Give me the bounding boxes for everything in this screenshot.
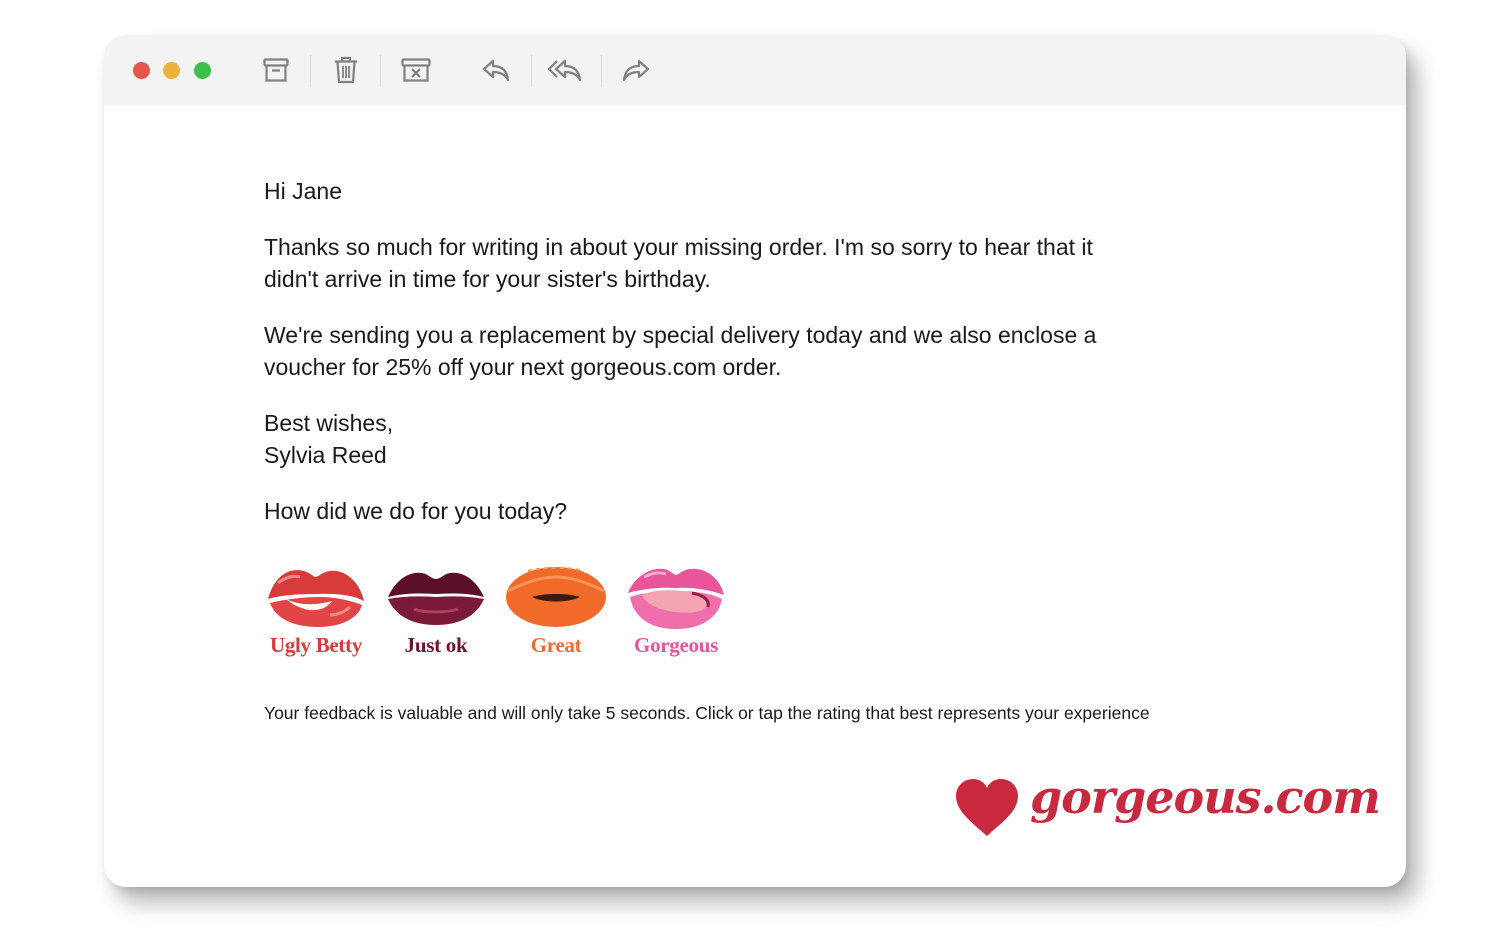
delete-button[interactable] (328, 53, 364, 87)
rating-question: How did we do for you today? (264, 498, 568, 524)
email-body: Hi Jane Thanks so much for writing in ab… (264, 175, 1244, 551)
body-paragraph: We're sending you a replacement by speci… (264, 319, 1244, 383)
rating-just-ok[interactable]: Just ok (384, 563, 488, 663)
forward-icon (622, 59, 650, 82)
signoff: Best wishes, (264, 410, 394, 436)
rating-label: Great (530, 633, 582, 657)
close-window-button[interactable] (133, 62, 150, 79)
rating-label: Ugly Betty (269, 633, 363, 657)
heart-icon (956, 779, 1018, 836)
brand-logo[interactable]: gorgeous.com (954, 770, 1381, 850)
junk-button[interactable] (398, 53, 434, 87)
smiling-lips-icon (506, 567, 606, 627)
toolbar-divider (601, 55, 602, 87)
trash-icon (335, 56, 357, 84)
closed-lips-icon (388, 572, 484, 625)
body-line: voucher for 25% off your next gorgeous.c… (264, 354, 782, 380)
archive-icon (263, 58, 289, 82)
reply-icon (482, 59, 510, 82)
toolbar-divider (380, 55, 381, 87)
rating-ugly-betty[interactable]: Ugly Betty (264, 563, 368, 663)
reply-all-icon (547, 59, 582, 82)
body-line: Thanks so much for writing in about your… (264, 234, 1093, 260)
archive-button[interactable] (258, 53, 294, 87)
zoom-window-button[interactable] (194, 62, 211, 79)
reply-button[interactable] (478, 53, 514, 87)
rating-label: Gorgeous (634, 633, 718, 657)
feedback-note: Your feedback is valuable and will only … (264, 703, 1150, 723)
body-line: didn't arrive in time for your sister's … (264, 266, 711, 292)
rating-gorgeous[interactable]: Gorgeous (624, 563, 728, 663)
body-paragraph: Thanks so much for writing in about your… (264, 231, 1244, 295)
rating-label: Just ok (404, 633, 468, 657)
signature: Sylvia Reed (264, 442, 387, 468)
greeting: Hi Jane (264, 178, 342, 204)
toolbar-divider (531, 55, 532, 87)
rating-great[interactable]: Great (504, 563, 608, 663)
minimize-window-button[interactable] (163, 62, 180, 79)
body-line: We're sending you a replacement by speci… (264, 322, 1097, 348)
brand-logo-text: gorgeous.com (1030, 770, 1381, 824)
biting-lips-icon (268, 570, 364, 627)
tongue-lips-icon (628, 568, 724, 629)
reply-all-button[interactable] (547, 53, 583, 87)
signature-block: Best wishes, Sylvia Reed (264, 407, 1244, 471)
junk-icon (401, 58, 431, 82)
email-window: Hi Jane Thanks so much for writing in ab… (104, 35, 1406, 887)
toolbar-divider (310, 55, 311, 87)
forward-button[interactable] (618, 53, 654, 87)
toolbar (104, 35, 1406, 105)
rating-options: Ugly Betty Just ok Great Gorgeous (264, 563, 744, 663)
